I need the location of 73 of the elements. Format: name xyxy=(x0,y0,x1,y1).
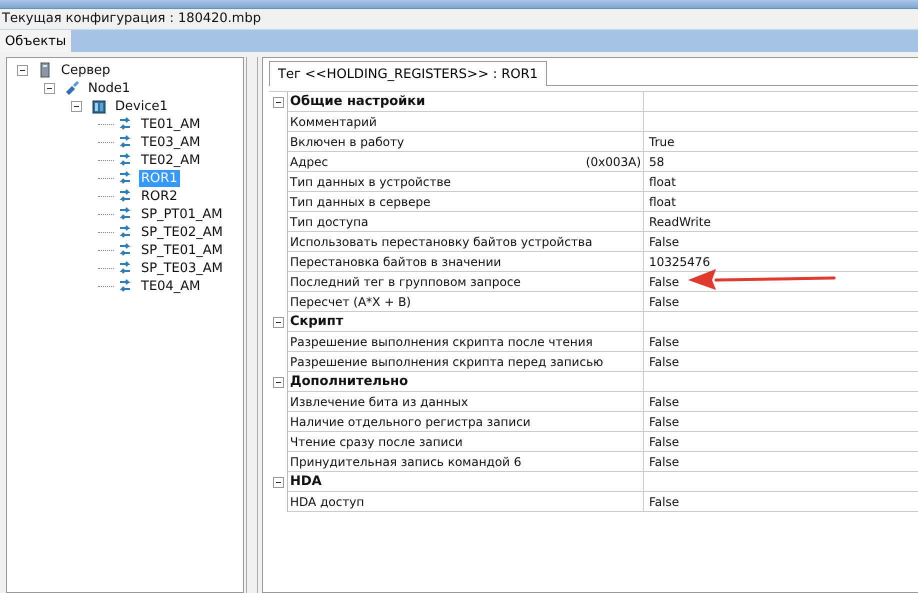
tree-item[interactable]: TE03_AM xyxy=(139,134,202,150)
tag-arrows-icon xyxy=(117,152,133,168)
property-value[interactable]: False xyxy=(649,394,680,408)
collapse-toggle[interactable] xyxy=(71,100,82,112)
tree-item[interactable]: SP_TE01_AM xyxy=(139,242,225,258)
tag-arrows-icon xyxy=(117,134,133,150)
objects-tab[interactable]: Объекты xyxy=(0,30,72,52)
tag-arrows-icon xyxy=(117,116,133,132)
property-value[interactable]: False xyxy=(649,414,680,428)
property-value[interactable]: 58 xyxy=(649,154,664,168)
property-name: Тип данных в устройстве xyxy=(290,174,451,188)
tree-item[interactable]: SP_TE03_AM xyxy=(139,260,225,276)
property-value[interactable]: False xyxy=(649,334,680,348)
tag-arrows-icon xyxy=(117,170,133,186)
collapse-toggle[interactable] xyxy=(272,476,284,488)
tag-arrows-icon xyxy=(117,224,133,240)
property-value[interactable]: False xyxy=(649,434,680,448)
tag-arrows-icon xyxy=(117,278,133,294)
tag-arrows-icon xyxy=(117,206,133,222)
property-value[interactable]: float xyxy=(649,174,676,188)
device-icon xyxy=(91,98,107,114)
property-name: Включен в работу xyxy=(290,134,404,148)
hex-address: (0x003A) xyxy=(586,154,641,168)
collapse-toggle[interactable] xyxy=(272,96,284,108)
property-name: Разрешение выполнения скрипта перед записью xyxy=(290,354,604,368)
tree-item[interactable]: TE02_AM xyxy=(139,152,202,168)
property-value[interactable]: False xyxy=(649,294,680,308)
property-value[interactable]: True xyxy=(649,134,674,148)
property-name: Адрес xyxy=(290,154,328,168)
collapse-toggle[interactable] xyxy=(17,64,28,76)
network-node-icon xyxy=(64,80,80,96)
tree-item[interactable]: SP_PT01_AM xyxy=(139,206,225,222)
tree-item[interactable]: SP_TE02_AM xyxy=(139,224,225,240)
tree-item[interactable]: Device1 xyxy=(113,98,170,114)
property-name: Наличие отдельного регистра записи xyxy=(290,414,531,428)
property-name: Извлечение бита из данных xyxy=(290,394,468,408)
tag-tab[interactable]: Тег <<HOLDING_REGISTERS>> : ROR1 xyxy=(269,61,547,86)
property-value[interactable]: float xyxy=(649,194,676,208)
property-name: Комментарий xyxy=(290,114,377,128)
property-value[interactable]: False xyxy=(649,454,680,468)
property-value[interactable]: False xyxy=(649,274,680,288)
property-name: Использовать перестановку байтов устройства xyxy=(290,234,592,248)
tag-arrows-icon xyxy=(117,260,133,276)
property-value[interactable]: False xyxy=(649,234,680,248)
section-heading: Скрипт xyxy=(290,314,344,329)
tag-arrows-icon xyxy=(117,188,133,204)
tree-item[interactable]: ROR2 xyxy=(139,188,180,204)
property-name: Перестановка байтов в значении xyxy=(290,254,502,268)
property-name: HDA доступ xyxy=(290,494,364,508)
property-name: Принудительная запись командой 6 xyxy=(290,454,522,468)
configuration-title: Текущая конфигурация : 180420.mbp xyxy=(0,9,918,29)
collapse-toggle[interactable] xyxy=(272,376,284,388)
property-name: Разрешение выполнения скрипта после чтения xyxy=(290,334,593,348)
section-heading: Общие настройки xyxy=(290,94,426,109)
collapse-toggle[interactable] xyxy=(44,82,55,94)
tree-item[interactable]: TE01_AM xyxy=(139,116,202,132)
property-value[interactable]: False xyxy=(649,494,680,508)
property-name: Тип доступа xyxy=(290,214,368,228)
property-value[interactable]: ReadWrite xyxy=(649,214,711,228)
tree-item[interactable]: TE04_AM xyxy=(139,278,202,294)
collapse-toggle[interactable] xyxy=(272,316,284,328)
splitter-handle[interactable] xyxy=(246,57,258,593)
section-heading: HDA xyxy=(290,474,322,489)
section-heading: Дополнительно xyxy=(290,374,408,389)
property-value[interactable]: False xyxy=(649,354,680,368)
property-name: Тип данных в сервере xyxy=(290,194,430,208)
tree-item[interactable]: Node1 xyxy=(86,80,132,96)
property-name: Пересчет (A*X + B) xyxy=(290,294,411,308)
tag-arrows-icon xyxy=(117,242,133,258)
property-value[interactable]: 10325476 xyxy=(649,254,710,268)
tree-item[interactable]: Сервер xyxy=(59,62,112,78)
property-name: Чтение сразу после записи xyxy=(290,434,463,448)
property-name: Последний тег в групповом запросе xyxy=(290,274,521,288)
